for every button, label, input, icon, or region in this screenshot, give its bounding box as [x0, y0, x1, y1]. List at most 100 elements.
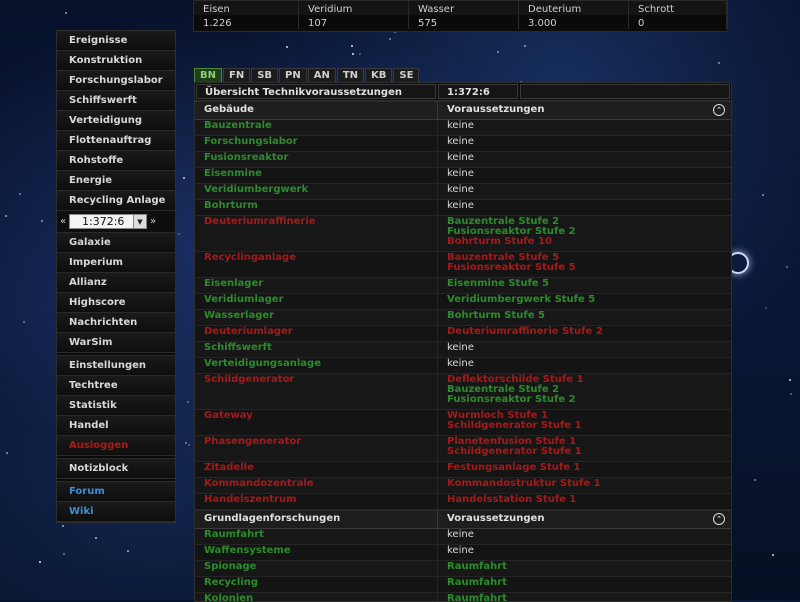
research-header-col2: Voraussetzungen ⌃ [438, 511, 731, 528]
menu-item-konstruktion[interactable]: Konstruktion [57, 51, 175, 71]
overview-coords: 1:372:6 [438, 84, 518, 99]
menu-item-recycling-anlage[interactable]: Recycling Anlage [57, 191, 175, 211]
tech-name[interactable]: Veridiumlager [195, 294, 438, 309]
star-decoration [188, 444, 190, 446]
overview-title: Übersicht Technikvoraussetzungen [196, 84, 436, 99]
menu-group-bottom: Einstellungen Techtree Statistik Handel [57, 356, 175, 436]
menu-item-highscore[interactable]: Highscore [57, 293, 175, 313]
menu-item-wiki[interactable]: Wiki [57, 502, 175, 522]
tech-requirements: keine [438, 545, 731, 560]
tech-name[interactable]: Eisenmine [195, 168, 438, 183]
requirement-item: keine [447, 200, 474, 211]
requirement-item: Bohrturm Stufe 5 [447, 310, 545, 321]
menu-item-schiffswerft[interactable]: Schiffswerft [57, 91, 175, 111]
collapse-icon[interactable]: ⌃ [713, 104, 725, 116]
tech-name[interactable]: Forschungslabor [195, 136, 438, 151]
tab-an[interactable]: AN [307, 68, 336, 83]
menu-item-handel[interactable]: Handel [57, 416, 175, 436]
tech-name[interactable]: Veridiumbergwerk [195, 184, 438, 199]
tech-name[interactable]: Handelszentrum [195, 494, 438, 509]
tech-name[interactable]: Eisenlager [195, 278, 438, 293]
tab-kb[interactable]: KB [365, 68, 393, 83]
tech-name[interactable]: Raumfahrt [195, 529, 438, 544]
tech-name[interactable]: Bohrturm [195, 200, 438, 215]
tech-name[interactable]: Kommandozentrale [195, 478, 438, 493]
menu-item-notes[interactable]: Notizblock [57, 459, 175, 479]
tech-name[interactable]: Phasengenerator [195, 436, 438, 461]
tech-name[interactable]: Gateway [195, 410, 438, 435]
menu-group-mid: Galaxie Imperium Allianz Highscore Nachricht… [57, 233, 175, 353]
menu-item-warsim[interactable]: WarSim [57, 333, 175, 353]
table-row: Handelszentrum Handelsstation Stufe 1 [195, 494, 731, 510]
planet-selector: « 1:372:6 ▼ » [57, 211, 175, 233]
tech-requirements: Planetenfusion Stufe 1 Schildgenerator St… [438, 436, 731, 461]
menu-item-techtree[interactable]: Techtree [57, 376, 175, 396]
tech-name[interactable]: Fusionsreaktor [195, 152, 438, 167]
resource-value-veridium: 107 [298, 15, 409, 29]
requirement-item: keine [447, 152, 474, 163]
tech-requirements: keine [438, 342, 731, 357]
tech-name[interactable]: Recycling [195, 577, 438, 592]
tech-name[interactable]: Wasserlager [195, 310, 438, 325]
menu-item-allianz[interactable]: Allianz [57, 273, 175, 293]
collapse-icon[interactable]: ⌃ [713, 513, 725, 525]
menu-item-ereignisse[interactable]: Ereignisse [57, 31, 175, 51]
menu-item-verteidigung[interactable]: Verteidigung [57, 111, 175, 131]
tech-requirements: keine [438, 168, 731, 183]
table-row: Forschungslabor keine [195, 136, 731, 152]
menu-item-imperium[interactable]: Imperium [57, 253, 175, 273]
tech-name[interactable]: Kolonien [195, 593, 438, 601]
tech-name[interactable]: Deuteriumlager [195, 326, 438, 341]
tech-name[interactable]: Schiffswerft [195, 342, 438, 357]
menu-item-einstellungen[interactable]: Einstellungen [57, 356, 175, 376]
planet-next-arrow[interactable]: » [147, 216, 159, 227]
tech-requirements: Kommandostruktur Stufe 1 [438, 478, 731, 493]
tech-requirements: Handelsstation Stufe 1 [438, 494, 731, 509]
tech-name[interactable]: Waffensysteme [195, 545, 438, 560]
tab-sb[interactable]: SB [251, 68, 279, 83]
chevron-down-icon[interactable]: ▼ [133, 215, 146, 228]
tech-requirements: Deflektorschilde Stufe 1 Bauzentrale Stuf… [438, 374, 731, 409]
resource-header-schrott: Schrott [628, 1, 727, 15]
menu-item-logout[interactable]: Ausloggen [57, 436, 175, 456]
tech-requirements: keine [438, 152, 731, 167]
tech-name[interactable]: Verteidigungsanlage [195, 358, 438, 373]
menu-group-top: Ereignisse Konstruktion Forschungslabor Sch… [57, 31, 175, 211]
menu-item-galaxie[interactable]: Galaxie [57, 233, 175, 253]
planet-select-dropdown[interactable]: 1:372:6 ▼ [69, 214, 147, 229]
menu-item-forum[interactable]: Forum [57, 482, 175, 502]
star-decoration [41, 220, 43, 222]
tech-name[interactable]: Recyclinganlage [195, 252, 438, 277]
table-row: Deuteriumraffinerie Bauzentrale Stufe 2 Fu… [195, 216, 731, 252]
tech-name[interactable]: Schildgenerator [195, 374, 438, 409]
tech-name[interactable]: Deuteriumraffinerie [195, 216, 438, 251]
tab-pn[interactable]: PN [279, 68, 307, 83]
tech-requirements: Veridiumbergwerk Stufe 5 [438, 294, 731, 309]
menu-item-flottenauftrag[interactable]: Flottenauftrag [57, 131, 175, 151]
tech-name[interactable]: Bauzentrale [195, 120, 438, 135]
tech-requirements: Deuteriumraffinerie Stufe 2 [438, 326, 731, 341]
requirement-item: Raumfahrt [447, 561, 507, 572]
tab-tn[interactable]: TN [336, 68, 365, 83]
tab-bn[interactable]: BN [194, 68, 222, 83]
tech-requirements: keine [438, 200, 731, 215]
menu-item-forschungslabor[interactable]: Forschungslabor [57, 71, 175, 91]
buildings-header-col1: Gebäude [195, 102, 438, 119]
tech-requirements: keine [438, 120, 731, 135]
menu-item-statistik[interactable]: Statistik [57, 396, 175, 416]
tech-name[interactable]: Zitadelle [195, 462, 438, 477]
menu-item-nachrichten[interactable]: Nachrichten [57, 313, 175, 333]
tech-requirements: Wurmloch Stufe 1 Schildgenerator Stufe 1 [438, 410, 731, 435]
tech-name[interactable]: Spionage [195, 561, 438, 576]
star-decoration [359, 53, 361, 55]
table-row: Kommandozentrale Kommandostruktur Stufe 1 [195, 478, 731, 494]
star-decoration [765, 307, 767, 309]
tab-fn[interactable]: FN [223, 68, 251, 83]
menu-item-energie[interactable]: Energie [57, 171, 175, 191]
resource-header-deuterium: Deuterium [518, 1, 629, 15]
star-decoration [187, 401, 189, 403]
tab-se[interactable]: SE [393, 68, 420, 83]
menu-item-rohstoffe[interactable]: Rohstoffe [57, 151, 175, 171]
table-row: Fusionsreaktor keine [195, 152, 731, 168]
planet-prev-arrow[interactable]: « [57, 216, 69, 227]
